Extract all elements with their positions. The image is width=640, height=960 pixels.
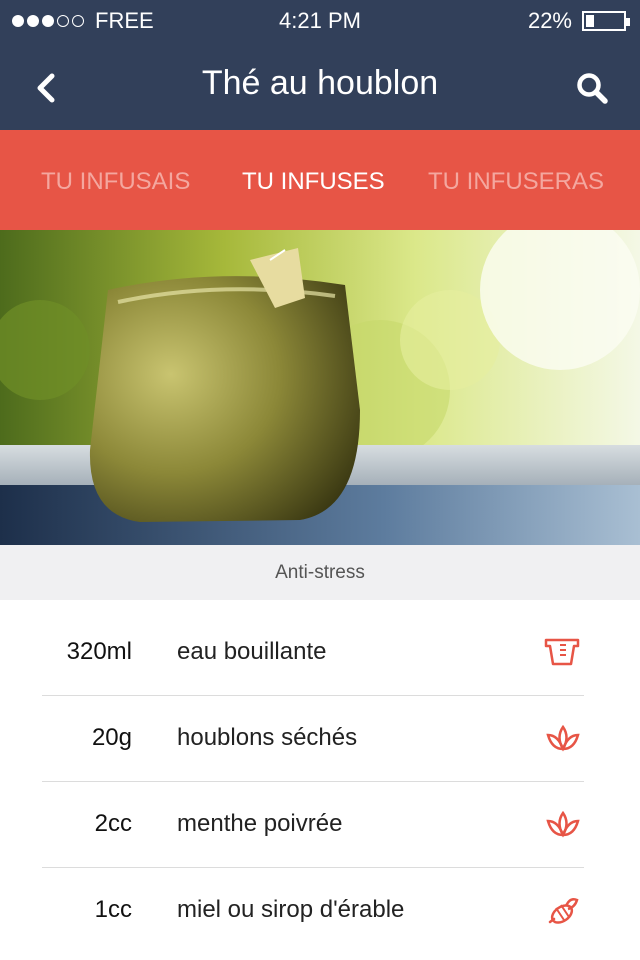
search-icon — [577, 73, 608, 104]
ingredient-name: menthe poivrée — [177, 810, 343, 837]
top-bar: FREE 4:21 PM 22% Thé au houblon — [0, 0, 640, 130]
measuring-cup-icon — [542, 634, 584, 670]
ingredient-name: eau bouillante — [177, 638, 327, 665]
tab-bar: TU INFUSAIS TU INFUSES TU INFUSERAS — [0, 130, 640, 230]
ingredient-quantity: 1cc — [94, 896, 132, 923]
tab-tu-infusais[interactable]: TU INFUSAIS — [41, 168, 190, 196]
status-bar: FREE 4:21 PM 22% — [0, 0, 640, 40]
battery-icon — [582, 11, 630, 31]
list-item: 2cc menthe poivrée — [42, 782, 584, 868]
ingredient-quantity: 2cc — [94, 810, 132, 837]
page-title: Thé au houblon — [201, 64, 439, 102]
search-button[interactable] — [572, 68, 612, 108]
ingredient-quantity: 320ml — [66, 638, 132, 665]
battery-percent: 22% — [527, 8, 572, 33]
tab-tu-infuses[interactable]: TU INFUSES — [242, 168, 385, 196]
tab-tu-infuseras[interactable]: TU INFUSERAS — [428, 168, 604, 196]
tea-photo — [0, 230, 640, 545]
ingredient-quantity: 20g — [91, 724, 132, 751]
ingredient-name: miel ou sirop d'érable — [177, 896, 405, 923]
list-item: 20g houblons séchés — [42, 696, 584, 782]
list-item: 320ml eau bouillante — [42, 610, 584, 696]
lotus-icon — [542, 806, 584, 842]
list-item: 1cc miel ou sirop d'érable — [42, 868, 584, 954]
category-caption: Anti-stress — [0, 545, 640, 600]
ingredient-name: houblons séchés — [177, 724, 358, 751]
bee-icon — [542, 892, 584, 928]
battery-status: 22% — [527, 8, 630, 34]
lotus-icon — [542, 720, 584, 756]
